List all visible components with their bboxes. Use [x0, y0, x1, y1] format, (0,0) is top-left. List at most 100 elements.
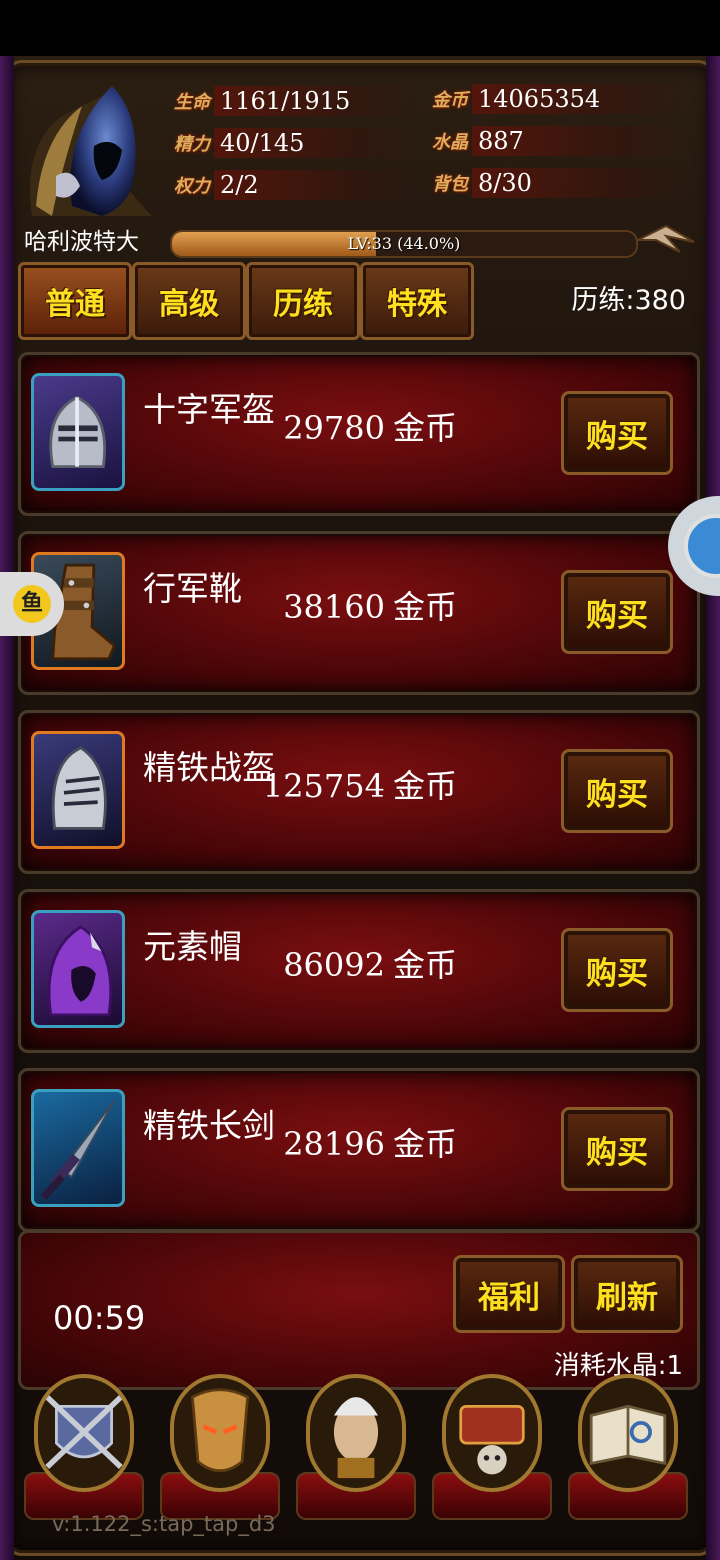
- nav-guild[interactable]: [24, 1374, 144, 1520]
- shop-item-row: 元素帽 86092 金币 购买: [18, 889, 700, 1053]
- buy-button-label: 购买: [586, 955, 648, 992]
- iron-longsword-icon[interactable]: [31, 1089, 125, 1207]
- tab-training[interactable]: 历练: [246, 262, 360, 340]
- item-price: 28196 金币: [283, 1119, 457, 1165]
- shop-footer: 00:59 福利 刷新 消耗水晶:1: [18, 1230, 700, 1390]
- bag-label: 背包: [432, 174, 468, 195]
- item-name: 精铁战盔: [143, 748, 275, 787]
- item-price-value: 86092: [283, 946, 385, 984]
- power-bar: 2/2: [214, 170, 420, 200]
- crystal-stat: 水晶 887: [422, 124, 688, 158]
- bag-stat: 背包 8/30: [422, 166, 688, 200]
- buy-button[interactable]: 购买: [561, 391, 673, 475]
- shop-item-row: 精铁长剑 28196 金币 购买: [18, 1068, 700, 1232]
- buy-button[interactable]: 购买: [561, 570, 673, 654]
- hp-label: 生命: [174, 92, 210, 113]
- spellbook-icon: [578, 1374, 678, 1492]
- crystal-value: 887: [478, 127, 524, 155]
- item-price-value: 38160: [283, 588, 385, 626]
- nav-mage[interactable]: [296, 1374, 416, 1520]
- refresh-timer: 00:59: [53, 1299, 146, 1337]
- refresh-button-label: 刷新: [596, 1279, 658, 1316]
- refresh-button[interactable]: 刷新: [571, 1255, 683, 1333]
- item-price-unit: 金币: [392, 1125, 457, 1163]
- shop-item-row: 行军靴 38160 金币 购买: [18, 531, 700, 695]
- welfare-button-label: 福利: [478, 1279, 540, 1316]
- gold-stat: 金币 14065354: [422, 82, 688, 116]
- tab-normal[interactable]: 普通: [18, 262, 132, 340]
- gold-value: 14065354: [478, 85, 601, 113]
- floating-assistant-button[interactable]: 鱼: [0, 572, 64, 636]
- shop-item-row: 精铁战盔 125754 金币 购买: [18, 710, 700, 874]
- crystal-label: 水晶: [432, 132, 468, 153]
- item-price: 29780 金币: [283, 403, 457, 449]
- item-name: 行军靴: [143, 569, 242, 608]
- frame-left-edge: [0, 56, 14, 1560]
- hooded-portrait-icon[interactable]: [22, 76, 162, 226]
- iron-war-helmet-icon[interactable]: [31, 731, 125, 849]
- status-bar: [0, 0, 720, 56]
- bag-bar: 8/30: [472, 168, 688, 198]
- energy-stat: 精力 40/145: [164, 126, 420, 160]
- buy-button[interactable]: 购买: [561, 749, 673, 833]
- bottom-nav: [18, 1374, 700, 1524]
- energy-label: 精力: [174, 134, 210, 155]
- treasure-chest-icon: [442, 1374, 542, 1492]
- fish-icon: 鱼: [13, 585, 51, 623]
- elemental-hood-icon[interactable]: [31, 910, 125, 1028]
- compass-icon: [684, 514, 720, 578]
- player-name: 哈利波特大: [24, 229, 139, 255]
- version-label: v:1.122_s:tap_tap_d3: [52, 1512, 276, 1536]
- buy-button-label: 购买: [586, 776, 648, 813]
- guild-crest-icon: [34, 1374, 134, 1492]
- item-name: 精铁长剑: [143, 1106, 275, 1145]
- hero-mask-icon: [170, 1374, 270, 1492]
- item-price: 86092 金币: [283, 940, 457, 986]
- tab-special[interactable]: 特殊: [360, 262, 474, 340]
- item-price-value: 28196: [283, 1125, 385, 1163]
- tab-special-label: 特殊: [387, 287, 447, 322]
- buy-button-label: 购买: [586, 1134, 648, 1171]
- item-price-unit: 金币: [392, 946, 457, 984]
- tab-advanced[interactable]: 高级: [132, 262, 246, 340]
- item-price: 125754 金币: [263, 761, 457, 807]
- frame-right-edge: [706, 56, 720, 1560]
- item-price-unit: 金币: [392, 767, 457, 805]
- power-value: 2/2: [220, 171, 259, 199]
- hp-value: 1161/1915: [220, 87, 351, 115]
- hp-bar: 1161/1915: [214, 86, 420, 116]
- level-progress-bar: LV:33 (44.0%): [170, 230, 638, 258]
- buy-button[interactable]: 购买: [561, 928, 673, 1012]
- nav-book[interactable]: [568, 1374, 688, 1520]
- item-price-unit: 金币: [392, 588, 457, 626]
- gold-bar: 14065354: [472, 84, 688, 114]
- buy-button[interactable]: 购买: [561, 1107, 673, 1191]
- item-name: 元素帽: [143, 927, 242, 966]
- item-name: 十字军盔: [143, 390, 275, 429]
- crusader-helmet-icon[interactable]: [31, 373, 125, 491]
- item-price-unit: 金币: [392, 409, 457, 447]
- nav-treasure[interactable]: [432, 1374, 552, 1520]
- experience-points: 历练:380: [571, 285, 686, 316]
- buy-button-label: 购买: [586, 418, 648, 455]
- bag-value: 8/30: [478, 169, 532, 197]
- power-stat: 权力 2/2: [164, 168, 420, 202]
- tab-training-label: 历练: [273, 287, 333, 322]
- gold-label: 金币: [432, 90, 468, 111]
- energy-bar: 40/145: [214, 128, 420, 158]
- power-label: 权力: [174, 176, 210, 197]
- item-price-value: 125754: [262, 767, 385, 805]
- tab-advanced-label: 高级: [159, 287, 219, 322]
- item-price-value: 29780: [283, 409, 385, 447]
- item-price: 38160 金币: [283, 582, 457, 628]
- hp-stat: 生命 1161/1915: [164, 84, 420, 118]
- welfare-button[interactable]: 福利: [453, 1255, 565, 1333]
- shop-tabs: 普通 高级 历练 特殊: [18, 262, 478, 340]
- level-text: LV:33 (44.0%): [347, 234, 461, 253]
- wing-ornament-icon: [637, 224, 695, 253]
- buy-button-label: 购买: [586, 597, 648, 634]
- crystal-bar: 887: [472, 126, 688, 156]
- energy-value: 40/145: [220, 129, 305, 157]
- nav-hero[interactable]: [160, 1374, 280, 1520]
- mage-portrait-icon: [306, 1374, 406, 1492]
